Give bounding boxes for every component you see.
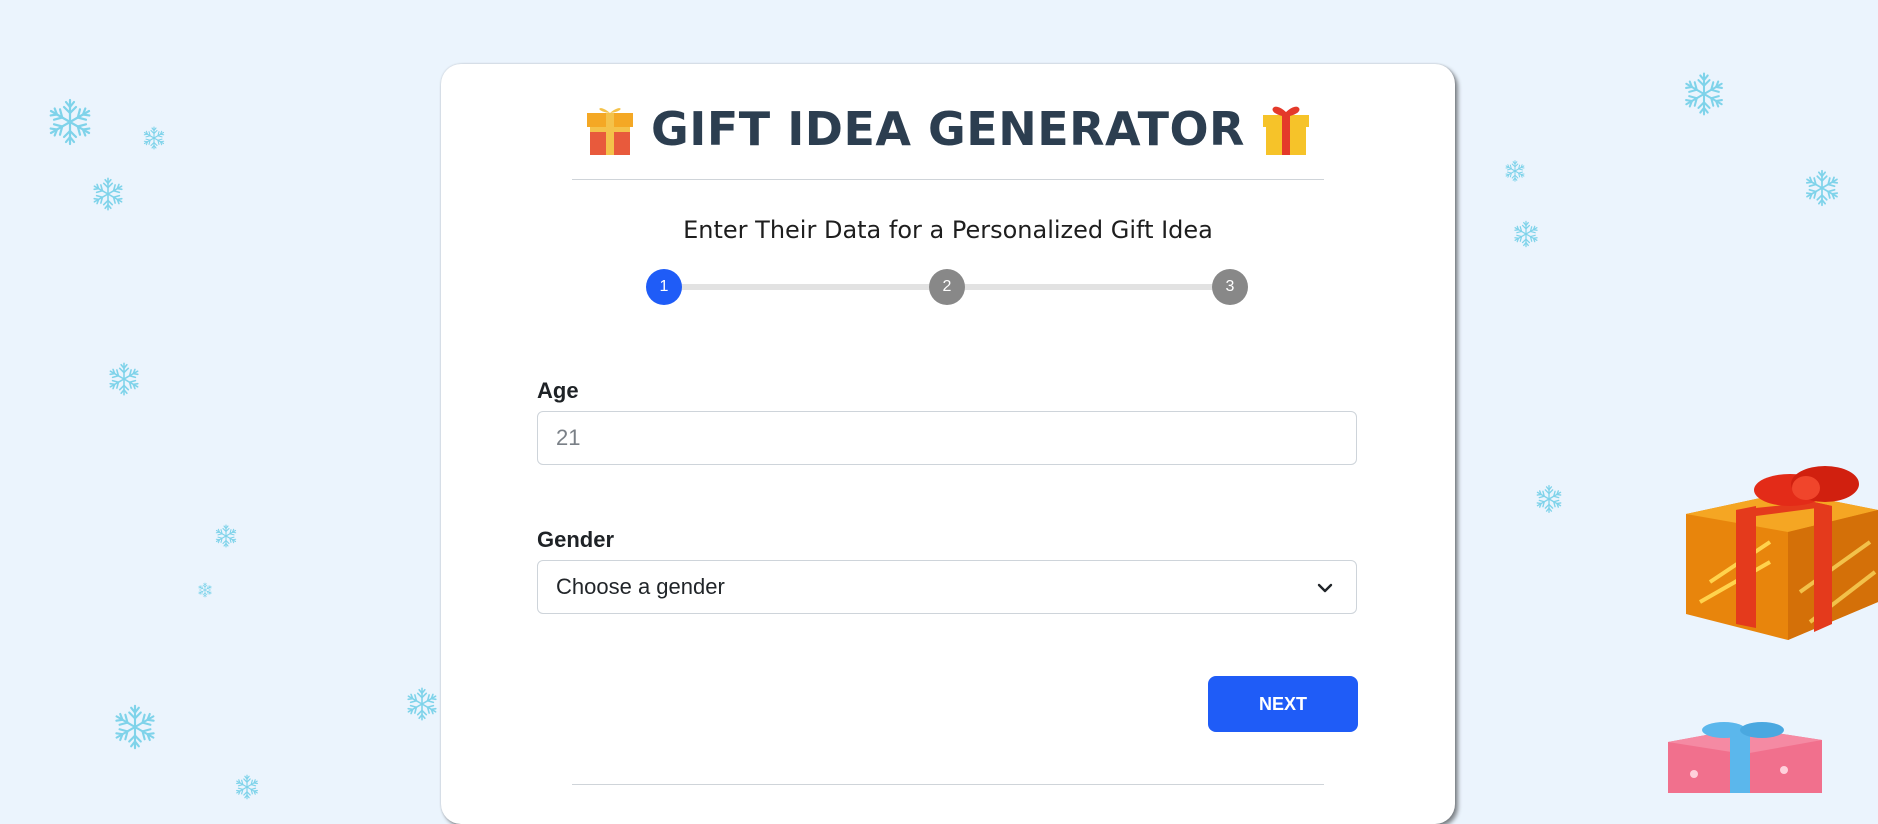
- snowflake-icon: [104, 359, 144, 399]
- form-subtitle: Enter Their Data for a Personalized Gift…: [683, 216, 1213, 244]
- snowflake-icon: [1678, 68, 1730, 120]
- snowflake-icon: [140, 124, 168, 152]
- next-button[interactable]: NEXT: [1208, 676, 1358, 732]
- gift-icon: [1262, 106, 1309, 155]
- snowflake-icon: [88, 174, 128, 214]
- gift-icon: [587, 108, 633, 155]
- snowflake-icon: [212, 522, 240, 550]
- gender-select[interactable]: Choose a gender: [537, 560, 1357, 614]
- chevron-down-icon: [1317, 583, 1333, 593]
- gender-selected-value: Choose a gender: [556, 574, 725, 599]
- divider: [572, 179, 1324, 180]
- snowflake-icon: [1800, 166, 1844, 210]
- header: GIFT IDEA GENERATOR: [441, 94, 1455, 164]
- snowflake-icon: [1510, 218, 1542, 250]
- divider: [572, 784, 1324, 785]
- gender-label: Gender: [537, 527, 615, 552]
- snowflake-icon: [1532, 482, 1566, 516]
- gift-box-icon: [1686, 466, 1878, 640]
- age-input[interactable]: 21: [537, 411, 1357, 465]
- age-label: Age: [537, 378, 579, 403]
- step-2[interactable]: 2: [929, 269, 965, 305]
- snowflake-icon: [402, 684, 442, 724]
- age-placeholder: 21: [556, 425, 581, 450]
- step-1[interactable]: 1: [646, 269, 682, 305]
- page-title: GIFT IDEA GENERATOR: [651, 102, 1245, 156]
- gift-form-card: GIFT IDEA GENERATOR Enter Their Data for…: [441, 64, 1455, 824]
- snowflake-icon: [232, 772, 262, 802]
- step-3[interactable]: 3: [1212, 269, 1248, 305]
- snowflake-icon: [42, 94, 98, 150]
- gift-box-icon: [1668, 722, 1822, 793]
- snowflake-icon: [196, 581, 214, 599]
- snowflake-icon: [108, 700, 162, 754]
- snowflake-icon: [1502, 158, 1528, 184]
